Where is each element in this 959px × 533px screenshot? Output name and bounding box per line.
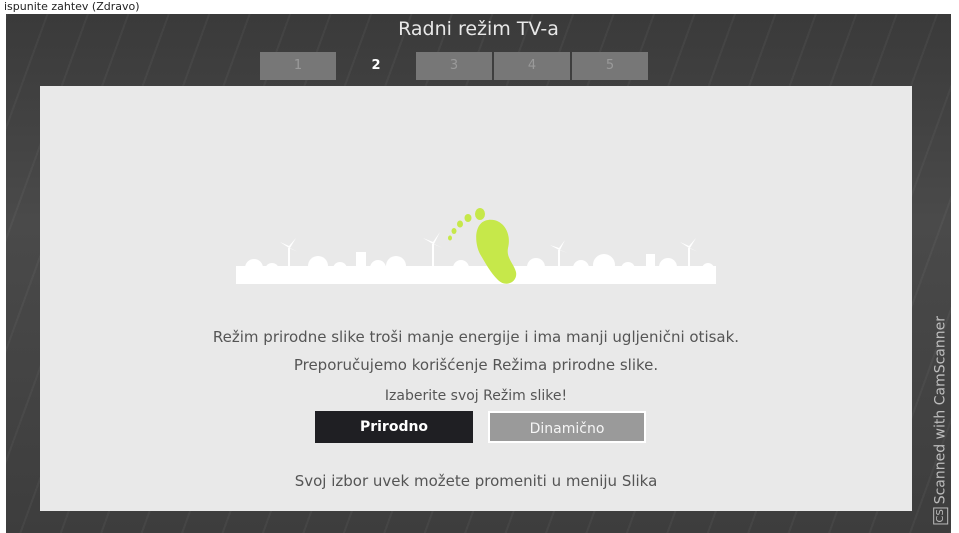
step-5: 5	[572, 52, 648, 80]
dynamic-mode-button[interactable]: Dinamično	[488, 411, 646, 443]
step-2-active: 2	[371, 58, 381, 73]
natural-mode-button[interactable]: Prirodno	[315, 411, 473, 443]
photo-page: ispunite zahtev (Zdravo) Radni režim TV-…	[0, 0, 959, 533]
camscanner-watermark: CS Scanned with CamScanner	[932, 315, 949, 525]
landscape-ground	[236, 266, 716, 284]
energy-info-text: Režim prirodne slike troši manje energij…	[212, 328, 740, 346]
setup-dialog: Režim prirodne slike troši manje energij…	[40, 86, 912, 511]
step-3: 3	[416, 52, 492, 80]
choose-mode-prompt: Izaberite svoj Režim slike!	[384, 388, 568, 404]
camscanner-logo: CS	[932, 506, 948, 525]
page-title: Radni režim TV-a	[398, 18, 559, 40]
step-4: 4	[494, 52, 570, 80]
photo-header-text: ispunite zahtev (Zdravo)	[0, 0, 959, 14]
watermark-text: Scanned with CamScanner	[932, 315, 949, 504]
step-1: 1	[260, 52, 336, 80]
tv-screen: Radni režim TV-a 1 2 3 4 5 Režim prirodn…	[6, 14, 951, 533]
eco-footprint-illustration	[236, 208, 716, 284]
recommendation-text: Preporučujemo korišćenje Režima prirodne…	[293, 356, 659, 374]
settings-hint-text: Svoj izbor uvek možete promeniti u menij…	[294, 472, 658, 490]
setup-steps: 1 2 3 4 5	[260, 52, 648, 80]
